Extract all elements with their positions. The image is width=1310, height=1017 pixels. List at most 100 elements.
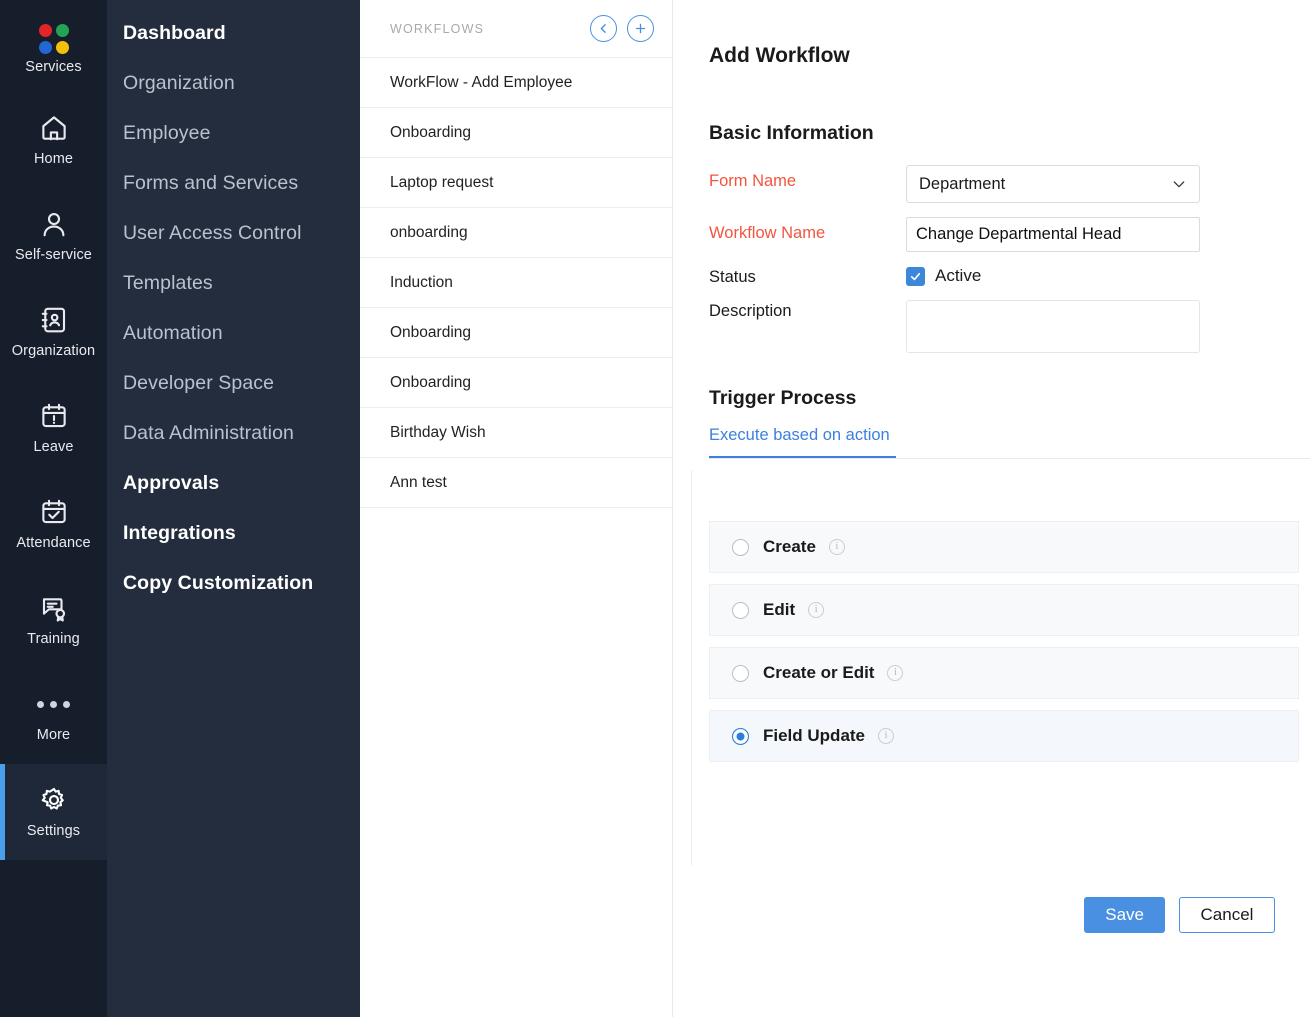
form-row-description: Description [709,300,1310,353]
menu-item-label: Data Administration [123,422,294,445]
list-item[interactable]: Birthday Wish [360,408,672,458]
workflow-name: WorkFlow - Add Employee [390,74,572,92]
list-item[interactable]: Onboarding [360,108,672,158]
ellipsis-icon [37,689,70,719]
home-icon [39,113,69,143]
list-item[interactable]: Ann test [360,458,672,508]
workflow-editor-pane: Add Workflow Basic Information Form Name… [673,0,1310,1017]
list-item[interactable]: WorkFlow - Add Employee [360,58,672,108]
workflows-title: WORKFLOWS [390,22,580,36]
rail-item-label: Leave [33,439,73,455]
rail-item-settings[interactable]: Settings [0,764,107,860]
radio-create-or-edit[interactable] [732,665,749,682]
trigger-tabs: Execute based on action [709,426,1310,459]
list-item[interactable]: onboarding [360,208,672,258]
primary-icon-sidebar: Services Home Self-service Organiza [0,0,107,1017]
menu-item-forms-and-services[interactable]: Forms and Services [107,158,360,208]
list-item[interactable]: Onboarding [360,308,672,358]
rail-item-training[interactable]: Training [0,572,107,668]
add-workflow-button[interactable] [627,15,654,42]
rail-item-home[interactable]: Home [0,92,107,188]
option-create-or-edit[interactable]: Create or Edit i [709,647,1299,699]
info-icon[interactable]: i [808,602,824,618]
info-icon[interactable]: i [887,665,903,681]
app-root: Services Home Self-service Organiza [0,0,1310,1017]
menu-item-label: User Access Control [123,222,302,245]
list-item[interactable]: Onboarding [360,358,672,408]
rail-item-label: Home [34,151,73,167]
menu-item-label: Employee [123,122,211,145]
tab-execute-based-on-action[interactable]: Execute based on action [709,426,896,458]
form-name-select[interactable]: Department [906,165,1200,203]
workflow-name: Induction [390,274,453,292]
workflow-name-value: Change Departmental Head [916,225,1121,244]
settings-menu-panel: Dashboard Organization Employee Forms an… [107,0,360,1017]
form-name-label: Form Name [709,165,906,191]
workflow-name: onboarding [390,224,468,242]
chevron-left-icon [597,22,610,35]
form-actions: Save Cancel [1084,897,1275,933]
option-create[interactable]: Create i [709,521,1299,573]
basic-information-form: Form Name Department Workflow Name Chang… [709,165,1310,353]
menu-item-copy-customization[interactable]: Copy Customization [107,558,360,608]
collapse-panel-button[interactable] [590,15,617,42]
workflows-header: WORKFLOWS [360,0,672,58]
menu-item-label: Integrations [123,522,236,545]
chevron-down-icon [1171,176,1187,192]
trigger-process-heading: Trigger Process [709,387,1310,410]
description-input[interactable] [906,300,1200,353]
rail-item-self-service[interactable]: Self-service [0,188,107,284]
menu-item-label: Automation [123,322,223,345]
calendar-alert-icon [39,401,69,431]
plus-icon [634,22,647,35]
gear-icon [39,785,69,815]
info-icon[interactable]: i [878,728,894,744]
rail-item-more[interactable]: More [0,668,107,764]
cancel-button[interactable]: Cancel [1179,897,1275,933]
menu-item-templates[interactable]: Templates [107,258,360,308]
workflow-name: Onboarding [390,324,471,342]
list-item[interactable]: Induction [360,258,672,308]
menu-item-label: Copy Customization [123,572,313,595]
rail-logo-label: Services [25,59,81,75]
form-row-form-name: Form Name Department [709,165,1310,203]
menu-item-label: Templates [123,272,213,295]
workflow-name-label: Workflow Name [709,217,906,243]
radio-field-update[interactable] [732,728,749,745]
basic-information-heading: Basic Information [709,122,1310,145]
menu-item-developer-space[interactable]: Developer Space [107,358,360,408]
menu-item-user-access-control[interactable]: User Access Control [107,208,360,258]
rail-item-organization[interactable]: Organization [0,284,107,380]
option-edit[interactable]: Edit i [709,584,1299,636]
menu-item-label: Dashboard [123,22,226,45]
info-icon[interactable]: i [829,539,845,555]
menu-item-label: Approvals [123,472,219,495]
menu-item-data-administration[interactable]: Data Administration [107,408,360,458]
menu-item-dashboard[interactable]: Dashboard [107,8,360,58]
menu-item-integrations[interactable]: Integrations [107,508,360,558]
menu-item-approvals[interactable]: Approvals [107,458,360,508]
menu-item-automation[interactable]: Automation [107,308,360,358]
menu-item-employee[interactable]: Employee [107,108,360,158]
workflow-name-input[interactable]: Change Departmental Head [906,217,1200,252]
option-label: Field Update [763,726,865,746]
rail-item-attendance[interactable]: Attendance [0,476,107,572]
option-field-update[interactable]: Field Update i [709,710,1299,762]
calendar-check-icon [39,497,69,527]
menu-item-organization[interactable]: Organization [107,58,360,108]
form-row-status: Status Active [709,266,1310,292]
page-title: Add Workflow [709,44,1310,68]
rail-item-leave[interactable]: Leave [0,380,107,476]
rail-logo-services[interactable]: Services [0,0,107,92]
radio-create[interactable] [732,539,749,556]
workflow-name: Laptop request [390,174,493,192]
radio-edit[interactable] [732,602,749,619]
option-label: Create or Edit [763,663,874,683]
active-checkbox[interactable] [906,267,925,286]
save-button[interactable]: Save [1084,897,1165,933]
workflows-list-panel: WORKFLOWS WorkFlow - Add Employee Onboar… [360,0,673,1017]
rail-item-label: Attendance [16,535,90,551]
contact-book-icon [39,305,69,335]
list-item[interactable]: Laptop request [360,158,672,208]
rail-item-label: Self-service [15,247,92,263]
